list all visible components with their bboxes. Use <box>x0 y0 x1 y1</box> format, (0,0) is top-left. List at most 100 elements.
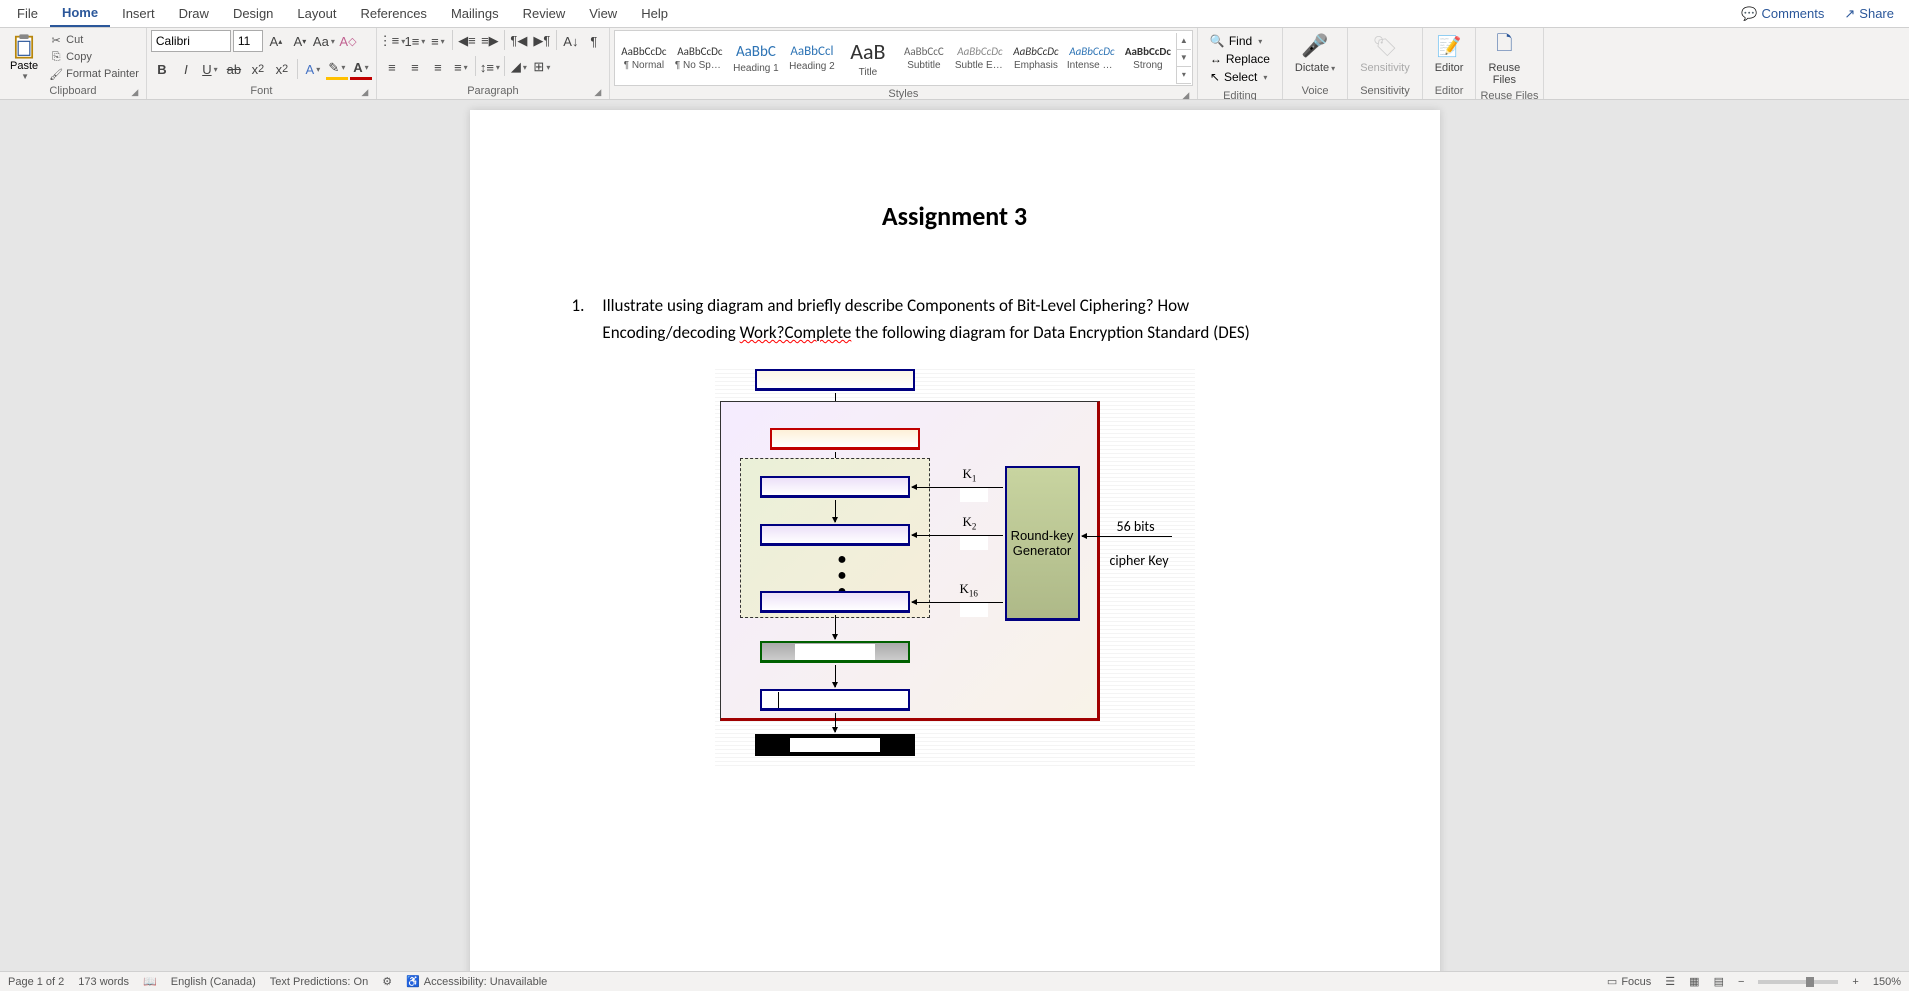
italic-button[interactable]: I <box>175 58 197 80</box>
clipboard-launcher[interactable]: ◢ <box>130 87 140 97</box>
page[interactable]: Assignment 3 1. Illustrate using diagram… <box>470 110 1440 971</box>
justify-button[interactable]: ≡▾ <box>450 56 472 78</box>
highlight-button[interactable]: ✎▾ <box>326 58 348 80</box>
decrease-indent-button[interactable]: ◀≡ <box>456 30 478 52</box>
editor-button[interactable]: 📝 Editor <box>1427 30 1472 76</box>
style-item-7[interactable]: AaBbCcDcEmphasis <box>1008 32 1064 84</box>
status-words[interactable]: 173 words <box>78 976 129 988</box>
share-button[interactable]: ↗Share <box>1834 3 1904 25</box>
numbering-button[interactable]: 1≡▾ <box>404 30 426 52</box>
view-web-button[interactable]: ▤ <box>1714 975 1724 988</box>
diagram-key-generator: Round-keyGenerator <box>1005 466 1080 621</box>
font-size-select[interactable] <box>233 30 263 52</box>
style-item-3[interactable]: AaBbCclHeading 2 <box>784 32 840 84</box>
grow-font-button[interactable]: A▴ <box>265 30 287 52</box>
reuse-files-button[interactable]: 🗋 Reuse Files <box>1480 30 1528 88</box>
find-button[interactable]: 🔍Find▾ <box>1206 32 1266 50</box>
tab-help[interactable]: Help <box>629 1 680 26</box>
document-title: Assignment 3 <box>590 200 1320 232</box>
style-item-2[interactable]: AaBbCHeading 1 <box>728 32 784 84</box>
numbering-icon: 1≡ <box>404 34 419 49</box>
subscript-button[interactable]: x2 <box>247 58 269 80</box>
group-editor: 📝 Editor Editor <box>1423 28 1477 99</box>
tab-mailings[interactable]: Mailings <box>439 1 511 26</box>
status-language[interactable]: English (Canada) <box>171 976 256 988</box>
align-left-button[interactable]: ≡ <box>381 56 403 78</box>
tab-design[interactable]: Design <box>221 1 285 26</box>
styles-launcher[interactable]: ◢ <box>1181 90 1191 100</box>
multilevel-button[interactable]: ≡▾ <box>427 30 449 52</box>
document-area[interactable]: Assignment 3 1. Illustrate using diagram… <box>0 100 1909 971</box>
sensitivity-button[interactable]: 🏷 Sensitivity <box>1352 30 1418 76</box>
status-spellcheck-icon[interactable]: 📖 <box>143 975 157 988</box>
mic-icon: 🎤 <box>1301 32 1329 60</box>
status-settings-icon[interactable]: ⚙ <box>382 975 392 988</box>
strike-button[interactable]: ab <box>223 58 245 80</box>
status-focus[interactable]: ▭Focus <box>1607 975 1651 988</box>
status-page[interactable]: Page 1 of 2 <box>8 976 64 988</box>
increase-indent-button[interactable]: ≡▶ <box>479 30 501 52</box>
format-painter-button[interactable]: 🖌Format Painter <box>46 66 142 82</box>
font-name-select[interactable] <box>151 30 231 52</box>
change-case-button[interactable]: Aa▾ <box>313 30 335 52</box>
sort-button[interactable]: A↓ <box>560 30 582 52</box>
superscript-button[interactable]: x2 <box>271 58 293 80</box>
style-item-8[interactable]: AaBbCcDcIntense E... <box>1064 32 1120 84</box>
style-item-9[interactable]: AaBbCcDcStrong <box>1120 32 1176 84</box>
select-button[interactable]: ↖Select▾ <box>1206 68 1271 86</box>
shading-button[interactable]: ◢▾ <box>508 56 530 78</box>
tab-references[interactable]: References <box>348 1 438 26</box>
copy-button[interactable]: ⎘Copy <box>46 49 142 65</box>
bullets-button[interactable]: ⋮≡▾ <box>381 30 403 52</box>
dictate-button[interactable]: 🎤 Dictate▾ <box>1287 30 1343 76</box>
tab-review[interactable]: Review <box>511 1 578 26</box>
zoom-slider[interactable] <box>1758 980 1838 984</box>
status-predictions[interactable]: Text Predictions: On <box>270 976 368 988</box>
style-item-4[interactable]: AaBTitle <box>840 32 896 84</box>
view-print-button[interactable]: ▦ <box>1689 975 1699 988</box>
status-accessibility[interactable]: ♿Accessibility: Unavailable <box>406 975 547 988</box>
gallery-down[interactable]: ▼ <box>1177 50 1191 67</box>
tab-insert[interactable]: Insert <box>110 1 167 26</box>
status-bar: Page 1 of 2 173 words 📖 English (Canada)… <box>0 971 1909 991</box>
font-launcher[interactable]: ◢ <box>360 87 370 97</box>
gallery-more[interactable]: ▾ <box>1177 67 1191 84</box>
paste-button[interactable]: Paste ▼ <box>4 30 44 83</box>
text-effects-button[interactable]: A▾ <box>302 58 324 80</box>
bold-button[interactable]: B <box>151 58 173 80</box>
comments-button[interactable]: 💬Comments <box>1731 3 1834 25</box>
shrink-font-button[interactable]: A▾ <box>289 30 311 52</box>
style-item-1[interactable]: AaBbCcDc¶ No Spac... <box>672 32 728 84</box>
zoom-level[interactable]: 150% <box>1873 976 1901 988</box>
tab-draw[interactable]: Draw <box>167 1 221 26</box>
spelling-error[interactable]: Work?Complete <box>740 322 852 343</box>
zoom-in-button[interactable]: + <box>1852 976 1858 988</box>
tab-file[interactable]: File <box>5 1 50 26</box>
cursor-icon: ↖ <box>1210 70 1220 84</box>
tab-layout[interactable]: Layout <box>285 1 348 26</box>
font-color-button[interactable]: A▾ <box>350 58 372 80</box>
replace-button[interactable]: ↔Replace <box>1206 50 1274 68</box>
ltr-button[interactable]: ¶◀ <box>508 30 530 52</box>
tab-view[interactable]: View <box>577 1 629 26</box>
gallery-up[interactable]: ▲ <box>1177 33 1191 50</box>
paragraph-launcher[interactable]: ◢ <box>593 87 603 97</box>
group-styles: AaBbCcDc¶ NormalAaBbCcDc¶ No Spac...AaBb… <box>610 28 1198 99</box>
rtl-button[interactable]: ▶¶ <box>531 30 553 52</box>
style-item-6[interactable]: AaBbCcDcSubtle Em... <box>952 32 1008 84</box>
style-item-5[interactable]: AaBbCcCSubtitle <box>896 32 952 84</box>
show-marks-button[interactable]: ¶ <box>583 30 605 52</box>
multilevel-icon: ≡ <box>431 34 439 49</box>
underline-button[interactable]: U▾ <box>199 58 221 80</box>
borders-button[interactable]: ⊞▾ <box>531 56 553 78</box>
chevron-down-icon: ▼ <box>21 72 29 81</box>
cut-button[interactable]: ✂Cut <box>46 32 142 48</box>
clear-format-button[interactable]: A◇ <box>337 30 359 52</box>
style-item-0[interactable]: AaBbCcDc¶ Normal <box>616 32 672 84</box>
tab-home[interactable]: Home <box>50 0 110 27</box>
line-spacing-button[interactable]: ↕≡▾ <box>479 56 501 78</box>
align-center-button[interactable]: ≡ <box>404 56 426 78</box>
align-right-button[interactable]: ≡ <box>427 56 449 78</box>
zoom-out-button[interactable]: − <box>1738 976 1744 988</box>
view-read-button[interactable]: ☰ <box>1665 975 1675 988</box>
